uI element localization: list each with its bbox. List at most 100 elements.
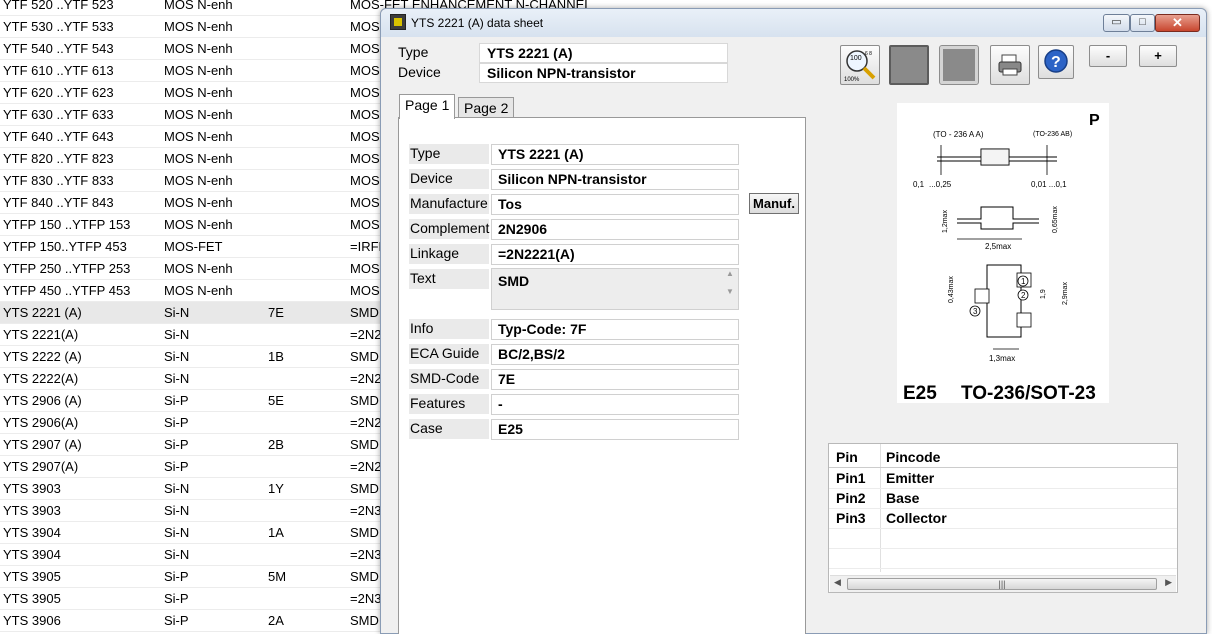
list-cell: YTS 3904 [3, 547, 61, 562]
svg-text:?: ? [1051, 54, 1061, 71]
list-cell: YTF 540 ..YTF 543 [3, 41, 114, 56]
table-row[interactable]: Pin3 Collector [829, 509, 1177, 529]
list-item[interactable]: YTS 3905 Si-P 5M SMD [0, 566, 390, 588]
list-item[interactable]: YTF 840 ..YTF 843 MOS N-enh MOS- [0, 192, 390, 214]
list-cell: 5E [268, 393, 284, 408]
list-item[interactable]: YTS 3903 Si-N =2N3 [0, 500, 390, 522]
eca-field[interactable]: BC/2,BS/2 [491, 344, 739, 365]
list-item[interactable]: YTS 2907(A) Si-P =2N2 [0, 456, 390, 478]
list-item[interactable]: YTS 2221 (A) Si-N 7E SMD [0, 302, 390, 324]
text-scrollbar[interactable]: ▲ ▼ [722, 269, 738, 309]
scroll-thumb[interactable]: ||| [847, 578, 1157, 590]
list-cell: =2N2 [350, 459, 382, 474]
list-cell: MOS- [350, 217, 384, 232]
svg-text:TO-236/SOT-23: TO-236/SOT-23 [961, 383, 1096, 403]
list-item[interactable]: YTS 3904 Si-N 1A SMD [0, 522, 390, 544]
list-cell: YTS 2221 (A) [3, 305, 82, 320]
list-item[interactable]: YTF 540 ..YTF 543 MOS N-enh MOS- [0, 38, 390, 60]
table-row[interactable] [829, 529, 1177, 549]
table-row[interactable] [829, 549, 1177, 569]
list-cell: Si-N [164, 305, 190, 320]
manufacturer-label: Manufacture [409, 194, 489, 214]
list-item[interactable]: YTF 520 ..YTF 523 MOS N-enh MOS-FET ENHANC… [0, 0, 591, 16]
list-item[interactable]: YTS 3903 Si-N 1Y SMD [0, 478, 390, 500]
table-row[interactable]: Pin2 Base [829, 489, 1177, 509]
type-label: Type [409, 144, 489, 164]
list-cell: SMD [350, 569, 379, 584]
list-item[interactable]: YTS 3906 Si-P 2A SMD [0, 610, 390, 632]
list-item[interactable]: YTF 830 ..YTF 833 MOS N-enh MOS- [0, 170, 390, 192]
list-cell: YTS 2222(A) [3, 371, 79, 386]
list-item[interactable]: YTF 610 ..YTF 613 MOS N-enh MOS- [0, 60, 390, 82]
zoom-out-button[interactable]: - [1089, 45, 1127, 67]
svg-text:...0,25: ...0,25 [929, 180, 952, 189]
list-cell: Si-P [164, 393, 189, 408]
svg-text:100%: 100% [844, 77, 860, 83]
close-button[interactable]: ✕ [1155, 14, 1200, 32]
type-field[interactable]: YTS 2221 (A) [491, 144, 739, 165]
list-item[interactable]: YTFP 150 ..YTFP 153 MOS N-enh MOS- [0, 214, 390, 236]
list-cell: SMD [350, 393, 379, 408]
svg-text:0,1: 0,1 [913, 180, 925, 189]
list-item[interactable]: YTFP 150..YTFP 453 MOS-FET =IRFF [0, 236, 390, 258]
list-cell: SMD [350, 349, 379, 364]
list-item[interactable]: YTF 640 ..YTF 643 MOS N-enh MOS- [0, 126, 390, 148]
svg-text:100: 100 [850, 55, 862, 62]
linkage-field[interactable]: =2N2221(A) [491, 244, 739, 265]
table-row[interactable]: Pin1 Emitter [829, 469, 1177, 489]
list-cell: YTS 3905 [3, 569, 61, 584]
help-button[interactable]: ? [1038, 45, 1074, 79]
svg-text:0,65max: 0,65max [1052, 206, 1059, 233]
list-cell: =2N3 [350, 591, 382, 606]
color-swatch-2[interactable] [939, 45, 979, 85]
list-cell: YTS 2222 (A) [3, 349, 82, 364]
list-item[interactable]: YTF 620 ..YTF 623 MOS N-enh MOS- [0, 82, 390, 104]
tab-page-2[interactable]: Page 2 [458, 97, 515, 119]
complement-field[interactable]: 2N2906 [491, 219, 739, 240]
minimize-button[interactable]: ▭ [1103, 14, 1130, 32]
list-item[interactable]: YTS 2907 (A) Si-P 2B SMD [0, 434, 390, 456]
device-field[interactable]: Silicon NPN-transistor [491, 169, 739, 190]
manufacturer-field[interactable]: Tos [491, 194, 739, 215]
pin-table-scrollbar[interactable]: ◀ ||| ▶ [830, 575, 1176, 592]
text-area[interactable]: SMD ▲ ▼ [491, 268, 739, 310]
list-item[interactable]: YTS 3904 Si-N =2N3 [0, 544, 390, 566]
case-field[interactable]: E25 [491, 419, 739, 440]
print-button[interactable] [990, 45, 1030, 85]
svg-text:P: P [1089, 112, 1100, 129]
list-item[interactable]: YTFP 250 ..YTFP 253 MOS N-enh MOS- [0, 258, 390, 280]
list-cell: Si-P [164, 569, 189, 584]
list-item[interactable]: YTF 820 ..YTF 823 MOS N-enh MOS- [0, 148, 390, 170]
svg-text:2,5max: 2,5max [985, 242, 1011, 251]
list-item[interactable]: YTF 630 ..YTF 633 MOS N-enh MOS- [0, 104, 390, 126]
info-field[interactable]: Typ-Code: 7F [491, 319, 739, 340]
list-cell: MOS N-enh [164, 63, 233, 78]
list-item[interactable]: YTS 2222 (A) Si-N 1B SMD [0, 346, 390, 368]
tab-page-1[interactable]: Page 1 [399, 94, 456, 119]
zoom-in-button[interactable]: + [1139, 45, 1177, 67]
list-item[interactable]: YTFP 450 ..YTFP 453 MOS N-enh MOS- [0, 280, 390, 302]
svg-text:1: 1 [1021, 277, 1026, 286]
maximize-button[interactable]: □ [1130, 14, 1155, 32]
list-item[interactable]: YTS 2221(A) Si-N =2N2 [0, 324, 390, 346]
list-cell: YTF 530 ..YTF 533 [3, 19, 114, 34]
list-cell: 7E [268, 305, 284, 320]
list-item[interactable]: YTS 2906 (A) Si-P 5E SMD [0, 390, 390, 412]
list-item[interactable]: YTS 3905 Si-P =2N3 [0, 588, 390, 610]
smd-code-field[interactable]: 7E [491, 369, 739, 390]
complement-label: Complement [409, 219, 489, 239]
list-item[interactable]: YTS 2906(A) Si-P =2N2 [0, 412, 390, 434]
scroll-right-icon[interactable]: ▶ [1165, 577, 1172, 588]
scroll-left-icon[interactable]: ◀ [834, 577, 841, 588]
title-bar[interactable]: YTS 2221 (A) data sheet ▭ □ ✕ [381, 9, 1206, 37]
pin-column-header[interactable]: Pin [836, 449, 858, 465]
list-cell: MOS N-enh [164, 41, 233, 56]
color-swatch-1[interactable] [889, 45, 929, 85]
pin-cell: Pin1 [836, 470, 866, 486]
list-item[interactable]: YTF 530 ..YTF 533 MOS N-enh MOS- [0, 16, 390, 38]
pincode-column-header[interactable]: Pincode [886, 449, 940, 465]
manufacturer-button[interactable]: Manuf. [749, 193, 799, 214]
list-item[interactable]: YTS 2222(A) Si-N =2N2 [0, 368, 390, 390]
zoom-100-button[interactable]: 100 6 8 100% [840, 45, 880, 85]
features-field[interactable]: - [491, 394, 739, 415]
